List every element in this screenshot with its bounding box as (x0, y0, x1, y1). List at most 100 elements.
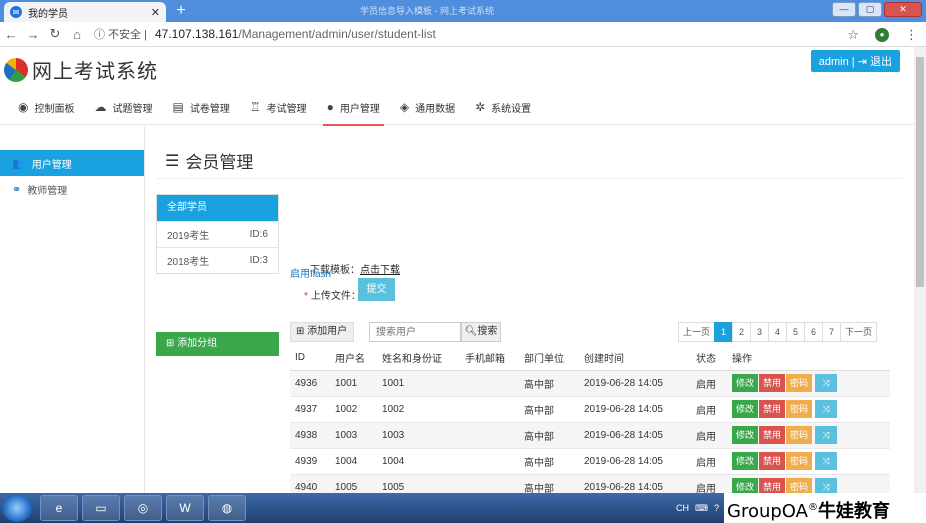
nav-questions[interactable]: ☁ 试题管理 (84, 89, 162, 125)
bookmark-star-icon[interactable]: ☆ (847, 27, 859, 43)
pager-page[interactable]: 2 (732, 322, 752, 342)
ie-icon[interactable]: e (40, 495, 78, 521)
cell-contact (460, 448, 519, 475)
app-icon[interactable]: ◍ (208, 495, 246, 521)
group-row[interactable]: 2019考生 ID:6 (157, 221, 278, 247)
url-field[interactable]: ⓘ 不安全 | 47.107.138.161/Management/admin/… (94, 26, 436, 42)
add-group-button[interactable]: ⊞ 添加分组 (156, 332, 279, 356)
cell-status: 启用 (691, 422, 727, 449)
password-button[interactable]: 密码 (786, 374, 813, 392)
group-row[interactable]: 2018考生 ID:3 (157, 247, 278, 273)
cell-dept: 高中部 (519, 422, 579, 449)
disable-button[interactable]: 禁用 (759, 452, 786, 470)
sidebar-item-teachers[interactable]: ⚭ 教师管理 (0, 176, 144, 202)
col-id: ID (290, 346, 330, 371)
scrollbar-thumb[interactable] (916, 57, 924, 287)
enable-flash-link[interactable]: 启用flash (290, 265, 331, 280)
chrome-icon[interactable]: ◎ (124, 495, 162, 521)
cell-username: 1004 (330, 448, 377, 475)
pager-page[interactable]: 4 (768, 322, 788, 342)
edit-button[interactable]: 修改 (732, 452, 759, 470)
cloud-icon: ☁ (94, 100, 107, 114)
cell-dept: 高中部 (519, 370, 579, 397)
disable-button[interactable]: 禁用 (759, 400, 786, 418)
table-row: 4936 1001 1001 高中部 2019-06-28 14:05 启用 修改 禁用 密码 ⤨ (290, 370, 890, 397)
keyboard-icon[interactable]: ⌨ (695, 503, 708, 514)
cell-created: 2019-06-28 14:05 (579, 448, 691, 475)
logout-icon[interactable]: ⇥ (858, 56, 867, 68)
nav-settings[interactable]: ✲ 系统设置 (465, 89, 541, 125)
start-button-icon[interactable] (2, 494, 32, 522)
pager-page[interactable]: 5 (786, 322, 806, 342)
menu-kebab-icon[interactable]: ⋮ (905, 27, 918, 43)
nav-exams[interactable]: ♖ 考试管理 (240, 89, 317, 125)
search-icon: 🔍︎ (464, 326, 478, 337)
submit-button[interactable]: 提交 (358, 278, 395, 301)
forward-icon[interactable]: → (22, 27, 44, 42)
col-created: 创建时间 (579, 346, 691, 371)
col-dept: 部门单位 (519, 346, 579, 371)
page-scrollbar[interactable] (914, 47, 926, 493)
nav-dashboard[interactable]: ◉ 控制面板 (8, 89, 84, 125)
cell-created: 2019-06-28 14:05 (579, 396, 691, 423)
site-logo[interactable]: 网上考试系统 (4, 55, 158, 84)
new-tab-icon[interactable]: + (172, 3, 190, 19)
logout-link[interactable]: 退出 (870, 56, 892, 68)
pager-prev[interactable]: 上一页 (678, 322, 716, 342)
cell-contact (460, 370, 519, 397)
folder-icon[interactable]: ▭ (82, 495, 120, 521)
password-button[interactable]: 密码 (786, 452, 813, 470)
reload-icon[interactable]: ↻ (44, 26, 66, 42)
password-button[interactable]: 密码 (786, 426, 813, 444)
word-icon[interactable]: W (166, 495, 204, 521)
disable-button[interactable]: 禁用 (759, 426, 786, 444)
cell-status: 启用 (691, 396, 727, 423)
shuffle-icon[interactable]: ⤨ (815, 426, 838, 444)
heading-divider (157, 178, 902, 179)
edit-button[interactable]: 修改 (732, 426, 759, 444)
cell-created: 2019-06-28 14:05 (579, 370, 691, 397)
nav-papers[interactable]: ▤ 试卷管理 (162, 89, 239, 125)
edit-button[interactable]: 修改 (732, 374, 759, 392)
pager-page[interactable]: 6 (804, 322, 824, 342)
nav-common-data[interactable]: ◈ 通用数据 (390, 89, 465, 125)
not-secure-indicator[interactable]: ⓘ 不安全 | (94, 26, 147, 42)
close-window-icon[interactable]: ✕ (884, 2, 922, 17)
shuffle-icon[interactable]: ⤨ (815, 400, 838, 418)
back-icon[interactable]: ← (0, 27, 22, 42)
profile-avatar-icon[interactable]: ● (875, 28, 889, 42)
student-table: ID 用户名 姓名和身份证 手机邮箱 部门单位 创建时间 状态 操作 4936 1… (290, 346, 890, 501)
disable-button[interactable]: 禁用 (759, 374, 786, 392)
pager-page[interactable]: 1 (714, 322, 734, 342)
admin-username[interactable]: admin (819, 56, 849, 68)
pager-page[interactable]: 7 (822, 322, 842, 342)
browser-tab[interactable]: ✉ 我的学员 ✕ (4, 2, 166, 22)
cell-id: 4936 (290, 370, 330, 397)
shuffle-icon[interactable]: ⤨ (815, 374, 838, 392)
cell-contact (460, 396, 519, 423)
search-button[interactable]: 🔍︎搜索 (461, 322, 501, 342)
search-input[interactable] (369, 322, 461, 342)
input-method[interactable]: CH (676, 503, 689, 513)
app-title: 网上考试系统 (32, 61, 158, 83)
help-icon[interactable]: ? (714, 503, 719, 513)
maximize-icon[interactable]: ▢ (858, 2, 882, 17)
group-all-students[interactable]: 全部学员 (157, 195, 278, 221)
cell-id: 4939 (290, 448, 330, 475)
pager-page[interactable]: 3 (750, 322, 770, 342)
add-user-button[interactable]: ⊞ 添加用户 (290, 322, 354, 342)
template-download-link[interactable]: 点击下载 (360, 265, 400, 276)
address-bar-actions: ☆ ● ⋮ (847, 27, 918, 43)
edit-button[interactable]: 修改 (732, 400, 759, 418)
nav-users[interactable]: ● 用户管理 (317, 89, 390, 126)
home-icon[interactable]: ⌂ (66, 27, 88, 42)
shuffle-icon[interactable]: ⤨ (815, 452, 838, 470)
tab-close-icon[interactable]: ✕ (151, 6, 160, 19)
cell-created: 2019-06-28 14:05 (579, 422, 691, 449)
password-button[interactable]: 密码 (786, 400, 813, 418)
cubes-icon: ◈ (399, 100, 410, 114)
tab-title: 我的学员 (28, 8, 68, 20)
sidebar-item-users[interactable]: 👥 用户管理 (0, 150, 144, 176)
pager-next[interactable]: 下一页 (840, 322, 878, 342)
minimize-icon[interactable]: — (832, 2, 856, 17)
